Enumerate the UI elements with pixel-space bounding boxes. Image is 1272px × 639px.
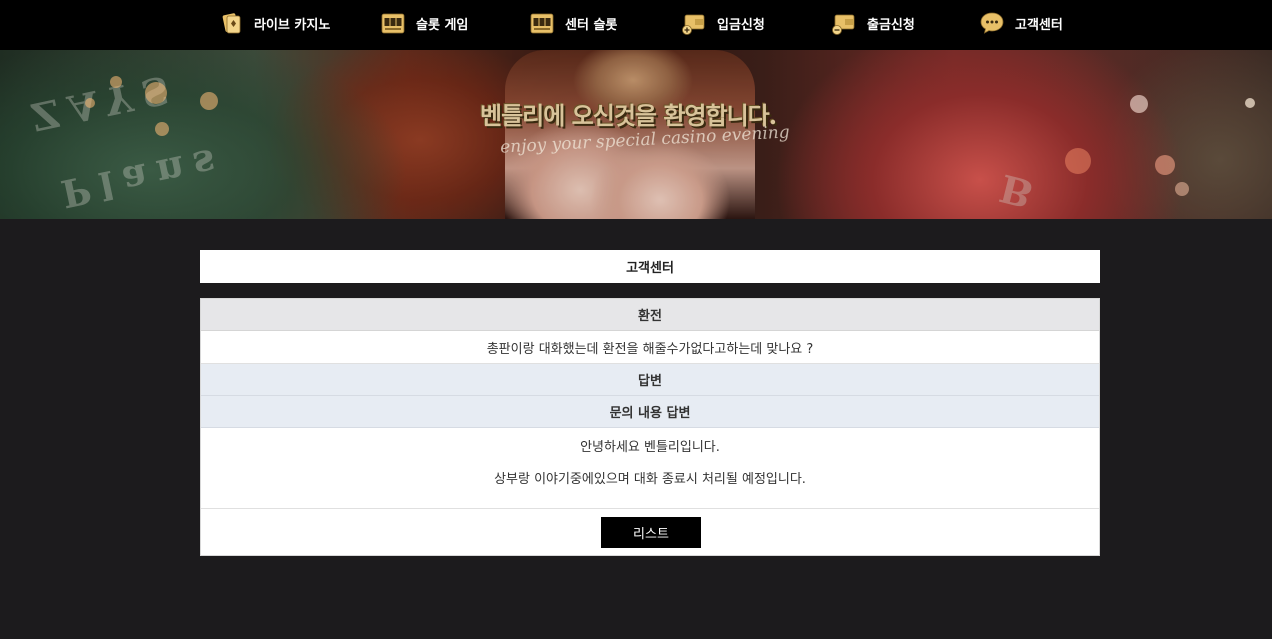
bokeh-light	[1245, 98, 1255, 108]
page-title-text: 고객센터	[626, 261, 674, 276]
nav-center-slot-label: 센터 슬롯	[565, 17, 618, 33]
bokeh-light	[1155, 155, 1175, 175]
casino-chip-icon	[218, 10, 244, 36]
nav-withdraw[interactable]: 출금신청	[831, 0, 915, 46]
nav-live-casino-label: 라이브 카지노	[254, 17, 331, 33]
nav-slot-game[interactable]: 슬롯 게임	[380, 0, 468, 46]
nav-customer-center[interactable]: 고객센터	[979, 0, 1063, 46]
answer-line: 안녕하세요 벤틀리입니다.	[580, 440, 720, 455]
bokeh-light	[1130, 95, 1148, 113]
inquiry-detail-panel: 환전 총판이랑 대화했는데 환전을 해줄수가없다고하는데 맞나요 ? 답변 문의…	[200, 298, 1100, 556]
banner-table-decoration: B	[995, 165, 1047, 219]
bokeh-light	[145, 82, 167, 104]
list-button[interactable]: 리스트	[601, 517, 701, 548]
nav-withdraw-label: 출금신청	[867, 17, 915, 33]
slot-machine-icon	[380, 10, 406, 36]
bokeh-light	[155, 122, 169, 136]
slot-machine-icon	[529, 10, 555, 36]
answer-header: 답변	[638, 374, 662, 389]
answer-header-row: 답변	[201, 364, 1099, 396]
bokeh-light	[110, 76, 122, 88]
withdraw-wallet-icon	[831, 10, 857, 36]
bokeh-light	[1065, 148, 1091, 174]
answer-line: 상부랑 이야기중에있으며 대화 종료시 처리될 예정입니다.	[494, 472, 806, 487]
answer-title: 문의 내용 답변	[609, 406, 691, 421]
chat-bubble-icon	[979, 10, 1005, 36]
banner-table-decoration: Plans	[57, 138, 230, 217]
deposit-wallet-icon	[681, 10, 707, 36]
nav-center-slot[interactable]: 센터 슬롯	[529, 0, 617, 46]
inquiry-subject-row: 환전	[201, 299, 1099, 331]
hero-banner: ZAYS Plans B 벤틀리에 오신것을 환영합니다. enjoy your…	[0, 50, 1272, 219]
answer-title-row: 문의 내용 답변	[201, 396, 1099, 428]
answer-body: 안녕하세요 벤틀리입니다. 상부랑 이야기중에있으며 대화 종료시 처리될 예정…	[201, 428, 1099, 509]
nav-customer-center-label: 고객센터	[1015, 17, 1063, 33]
nav-slot-game-label: 슬롯 게임	[416, 17, 469, 33]
top-navigation: 라이브 카지노 슬롯 게임 센터 슬롯 입금신청 출금신청 고객센터	[0, 0, 1272, 50]
inquiry-subject: 환전	[638, 309, 662, 324]
bokeh-light	[200, 92, 218, 110]
nav-deposit-label: 입금신청	[717, 17, 765, 33]
inquiry-question-row: 총판이랑 대화했는데 환전을 해줄수가없다고하는데 맞나요 ?	[201, 331, 1099, 364]
page-title: 고객센터	[200, 250, 1100, 283]
bokeh-light	[85, 98, 95, 108]
inquiry-question: 총판이랑 대화했는데 환전을 해줄수가없다고하는데 맞나요 ?	[486, 341, 814, 357]
nav-deposit[interactable]: 입금신청	[681, 0, 765, 46]
bokeh-light	[1175, 182, 1189, 196]
nav-live-casino[interactable]: 라이브 카지노	[218, 0, 330, 46]
